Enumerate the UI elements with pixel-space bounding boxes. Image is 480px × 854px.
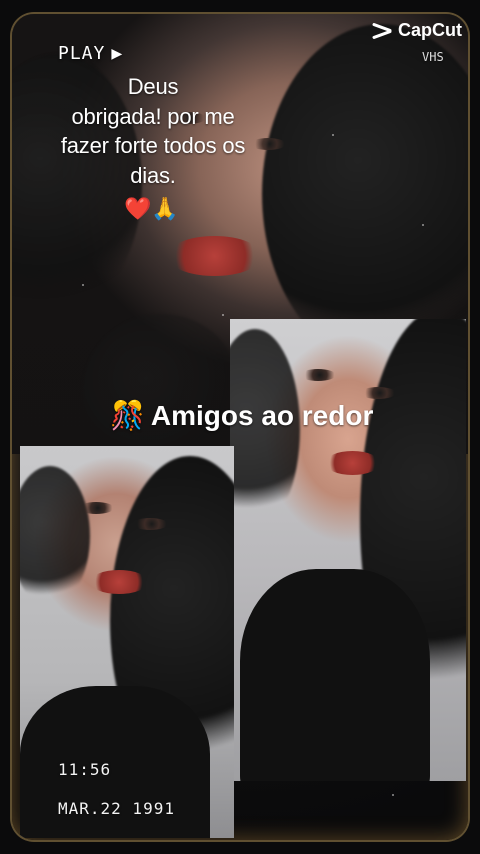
eye-right: [360, 387, 396, 399]
quote-text: Deus obrigada! por me fazer forte todos …: [38, 72, 268, 191]
confetti-icon: 🎊: [110, 400, 145, 431]
quote-line: fazer forte todos os dias.: [60, 133, 246, 189]
left-photo: [20, 446, 234, 838]
timestamp-time: 11:56: [58, 760, 112, 779]
sparkle: [392, 794, 394, 796]
capcut-watermark: CapCut: [372, 20, 462, 41]
quote-line: obrigada! por me: [71, 103, 235, 129]
lips: [90, 570, 148, 594]
right-photo: [230, 319, 466, 781]
capcut-brand: CapCut: [398, 20, 462, 40]
sparkle: [332, 134, 334, 136]
lips: [167, 236, 262, 276]
quote-line: Deus: [127, 74, 179, 99]
dress: [240, 569, 430, 781]
heart-pray-emoji: ❤️🙏: [124, 196, 179, 221]
tattoo-shadow: [82, 314, 242, 454]
vhs-label: VHS: [422, 50, 444, 64]
lips: [325, 451, 380, 475]
play-label: PLAY: [58, 43, 106, 64]
capcut-logo-icon: [372, 24, 392, 38]
sparkle: [422, 224, 424, 226]
video-frame: PLAY ▶ VHS Deus obrigada! por me fazer f…: [12, 14, 468, 840]
sparkle: [82, 284, 84, 286]
hair-shape-left: [20, 466, 90, 606]
play-indicator: PLAY ▶: [58, 43, 123, 64]
timestamp-date: MAR.22 1991: [58, 799, 175, 818]
hair-shape: [262, 24, 468, 364]
play-icon: ▶: [111, 43, 124, 64]
caption: 🎊 Amigos ao redor: [110, 399, 373, 432]
eye-left: [78, 502, 114, 514]
caption-text: Amigos ao redor: [150, 399, 374, 431]
eye-left: [300, 369, 336, 381]
sparkle: [222, 314, 224, 316]
eye-right: [132, 518, 168, 530]
